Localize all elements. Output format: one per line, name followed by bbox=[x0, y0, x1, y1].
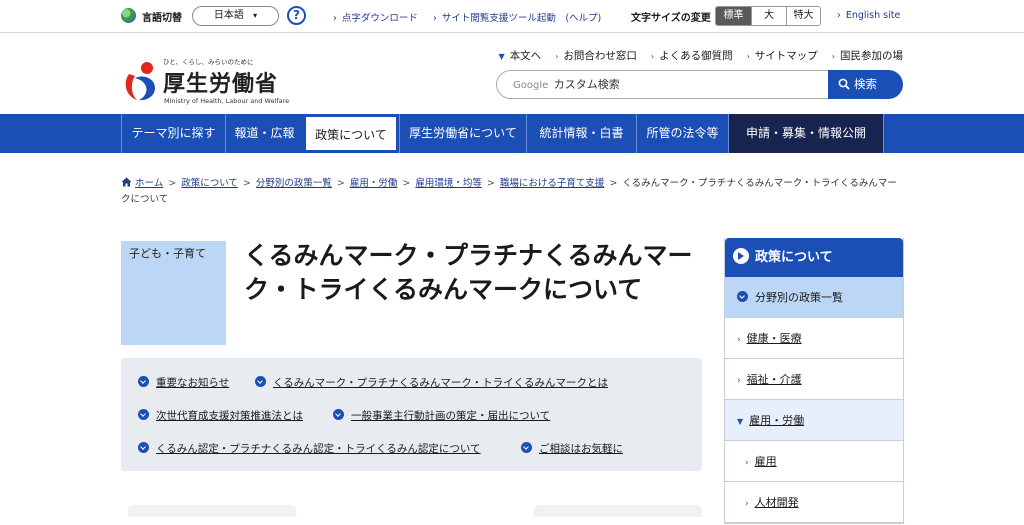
language-label: 言語切替 bbox=[142, 13, 182, 24]
font-size-label: 文字サイズの変更 bbox=[631, 13, 711, 24]
anchor-link-kurumin-mark[interactable]: くるみんマーク・プラチナくるみんマーク・トライくるみんマークとは bbox=[255, 375, 608, 390]
header-nav: ▼ 本文へ › お問合わせ窓口 › よくある御質問 › サイトマップ › 国民参加の場 bbox=[499, 48, 903, 63]
header-nav-participation[interactable]: › 国民参加の場 bbox=[832, 48, 903, 63]
chevron-down-circle-icon bbox=[333, 409, 344, 420]
side-nav-item-jobs[interactable]: › 雇用 bbox=[725, 441, 903, 482]
chevron-down-circle-icon bbox=[138, 442, 149, 453]
global-nav-press[interactable]: 報道・広報 bbox=[225, 114, 303, 153]
global-nav-themes[interactable]: テーマ別に探す bbox=[121, 114, 225, 153]
chevron-right-icon: › bbox=[745, 458, 749, 468]
breadcrumb-policies[interactable]: 政策について bbox=[181, 178, 238, 189]
breadcrumb: ホーム > 政策について > 分野別の政策一覧 > 雇用・労働 > 雇用環境・均等 > 職場における… bbox=[121, 177, 897, 205]
chevron-down-circle-icon bbox=[138, 376, 149, 387]
chevron-down-circle-icon bbox=[138, 409, 149, 420]
search-placeholder: カスタム検索 bbox=[553, 78, 620, 91]
language-select[interactable]: 日本語 ▾ bbox=[192, 6, 279, 26]
search-input[interactable]: Google カスタム検索 bbox=[496, 70, 834, 99]
font-size-xlarge-button[interactable]: 特大 bbox=[786, 7, 820, 25]
global-nav-applications[interactable]: 申請・募集・情報公開 bbox=[728, 114, 884, 153]
chevron-right-icon: › bbox=[745, 499, 749, 509]
english-site-link[interactable]: English site bbox=[837, 10, 900, 21]
chevron-down-icon: ▾ bbox=[253, 11, 258, 20]
logo-name: 厚生労働省 bbox=[163, 72, 279, 97]
mhlw-logo-mark-icon bbox=[125, 62, 155, 101]
braille-download-link[interactable]: 点字ダウンロード bbox=[333, 10, 418, 24]
logo-tagline: ひと、くらし、みらいのために bbox=[163, 58, 254, 66]
caret-down-icon: ▼ bbox=[737, 417, 744, 426]
site-search: Google カスタム検索 検索 bbox=[496, 70, 903, 99]
font-size-large-button[interactable]: 大 bbox=[751, 7, 786, 25]
caret-down-icon: ▼ bbox=[498, 52, 505, 61]
chevron-down-circle-icon bbox=[255, 376, 266, 387]
breadcrumb-home[interactable]: ホーム bbox=[135, 178, 163, 189]
anchor-link-important-notice[interactable]: 重要なお知らせ bbox=[138, 375, 229, 390]
side-nav-item-welfare[interactable]: › 福祉・介護 bbox=[725, 359, 903, 400]
utility-bar: 言語切替 日本語 ▾ ? 点字ダウンロード サイト閲覧支援ツール起動 (ヘルプ)… bbox=[0, 0, 1024, 33]
breadcrumb-policy-list[interactable]: 分野別の政策一覧 bbox=[256, 178, 332, 189]
header-nav-contact[interactable]: › お問合わせ窓口 bbox=[555, 48, 637, 63]
side-nav: 政策について 分野別の政策一覧 › 健康・医療 › 福祉・介護 ▼ 雇用・労働 › 雇用… bbox=[724, 238, 904, 524]
language-value: 日本語 bbox=[213, 10, 244, 21]
side-nav-title[interactable]: 政策について bbox=[725, 238, 903, 277]
chevron-right-icon: › bbox=[737, 335, 741, 345]
search-brand: Google bbox=[513, 80, 549, 91]
chevron-right-icon: › bbox=[746, 52, 750, 61]
chevron-right-icon: › bbox=[831, 52, 835, 61]
chevron-right-icon: › bbox=[737, 376, 741, 386]
anchor-link-certification[interactable]: くるみん認定・プラチナくるみん認定・トライくるみん認定について bbox=[138, 441, 481, 456]
breadcrumb-equality[interactable]: 雇用環境・均等 bbox=[415, 178, 482, 189]
home-icon bbox=[121, 177, 132, 187]
chevron-down-circle-icon bbox=[737, 291, 748, 302]
play-circle-icon bbox=[733, 248, 749, 264]
header-nav-faq[interactable]: › よくある御質問 bbox=[651, 48, 733, 63]
content-card-top bbox=[128, 505, 296, 517]
header-nav-sitemap[interactable]: › サイトマップ bbox=[747, 48, 818, 63]
anchor-link-next-generation-act[interactable]: 次世代育成支援対策推進法とは bbox=[138, 408, 303, 423]
search-button[interactable]: 検索 bbox=[828, 70, 903, 99]
anchor-link-action-plan[interactable]: 一般事業主行動計画の策定・届出について bbox=[333, 408, 550, 423]
chevron-right-icon: › bbox=[555, 52, 559, 61]
global-nav-about[interactable]: 厚生労働省について bbox=[399, 114, 526, 153]
font-size-switcher: 標準 大 特大 bbox=[715, 6, 821, 26]
side-nav-item-employment[interactable]: ▼ 雇用・労働 bbox=[725, 400, 903, 441]
breadcrumb-employment[interactable]: 雇用・労働 bbox=[350, 178, 398, 189]
chevron-right-icon: › bbox=[650, 52, 655, 61]
help-icon[interactable]: ? bbox=[287, 6, 306, 25]
search-button-label: 検索 bbox=[854, 77, 877, 91]
global-nav: テーマ別に探す 報道・広報 政策について 厚生労働省について 統計情報・白書 所… bbox=[0, 114, 1024, 153]
browsing-support-link[interactable]: サイト閲覧支援ツール起動 (ヘルプ) bbox=[433, 10, 601, 24]
content-card-top bbox=[534, 505, 702, 517]
global-nav-policies[interactable]: 政策について bbox=[303, 114, 399, 153]
page-title: くるみんマーク・プラチナくるみんマーク・トライくるみんマークについて bbox=[244, 241, 693, 304]
logo-english-name: Ministry of Health, Labour and Welfare bbox=[164, 97, 290, 105]
site-logo[interactable]: ひと、くらし、みらいのために 厚生労働省 Ministry of Health,… bbox=[121, 54, 291, 110]
global-nav-statistics[interactable]: 統計情報・白書 bbox=[526, 114, 636, 153]
global-nav-laws[interactable]: 所管の法令等 bbox=[636, 114, 728, 153]
page-anchor-list: 重要なお知らせ くるみんマーク・プラチナくるみんマーク・トライくるみんマークとは… bbox=[121, 358, 702, 471]
chevron-down-circle-icon bbox=[521, 442, 532, 453]
header-nav-skip-to-content[interactable]: ▼ 本文へ bbox=[499, 48, 542, 63]
anchor-link-consultation[interactable]: ご相談はお気軽に bbox=[521, 441, 623, 456]
globe-icon bbox=[121, 8, 136, 23]
side-nav-item-health[interactable]: › 健康・医療 bbox=[725, 318, 903, 359]
search-icon bbox=[838, 78, 850, 90]
font-size-standard-button[interactable]: 標準 bbox=[716, 7, 751, 25]
category-tag: 子ども・子育て bbox=[121, 241, 226, 345]
breadcrumb-childcare-support[interactable]: 職場における子育て支援 bbox=[500, 178, 605, 189]
side-nav-section[interactable]: 分野別の政策一覧 bbox=[725, 277, 903, 318]
